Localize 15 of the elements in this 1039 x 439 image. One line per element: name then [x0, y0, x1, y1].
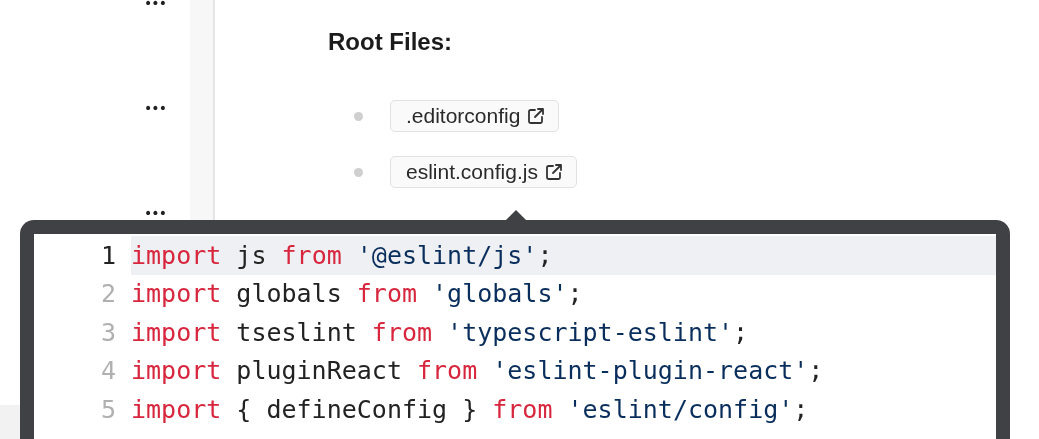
file-link[interactable]: .editorconfig [390, 100, 560, 132]
line-number: 2 [99, 279, 117, 309]
line-number: 5 [99, 394, 117, 424]
bullet-dot [354, 167, 363, 177]
more-options-icon[interactable]: ••• [144, 0, 166, 7]
more-options-icon[interactable]: ••• [144, 104, 166, 112]
external-link-icon [543, 162, 564, 182]
section-heading: Root Files: [328, 27, 453, 57]
file-link[interactable]: eslint.config.js [390, 156, 577, 188]
line-number: 1 [99, 240, 117, 270]
line-number: 4 [99, 356, 117, 386]
bullet-dot [354, 111, 363, 121]
more-options-icon[interactable]: ••• [144, 209, 166, 217]
line-number: 3 [99, 317, 117, 347]
external-link-icon [526, 106, 547, 126]
